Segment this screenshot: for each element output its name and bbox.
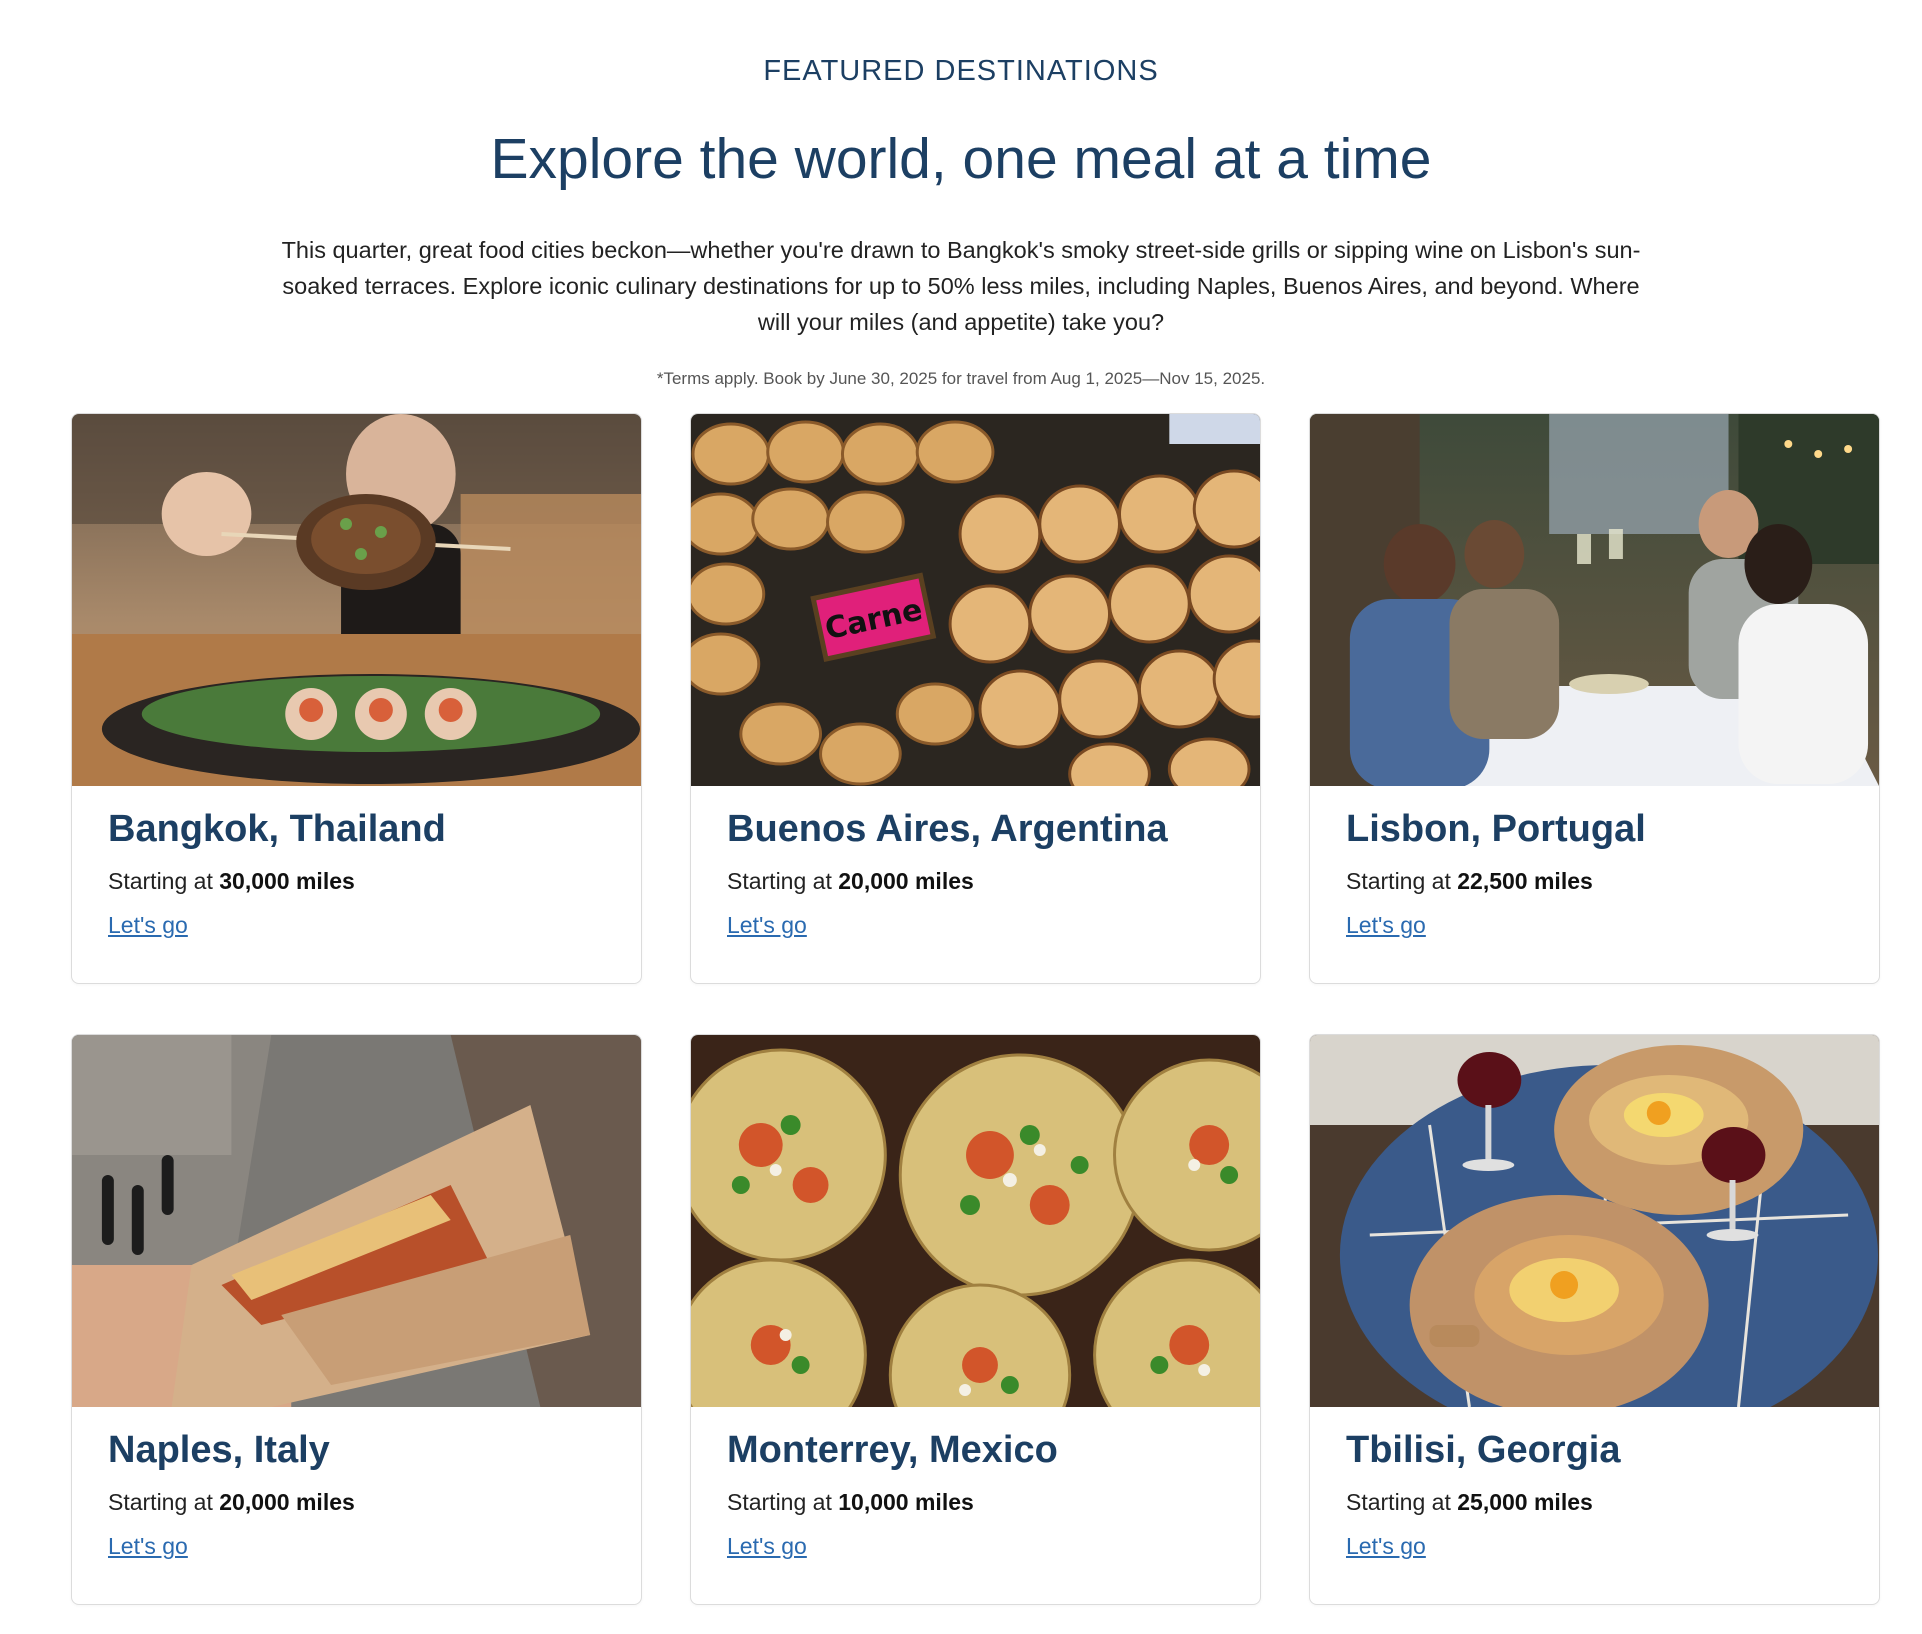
destination-price: Starting at 22,500 miles bbox=[1346, 866, 1843, 896]
price-miles: 20,000 miles bbox=[219, 1489, 355, 1515]
price-prefix: Starting at bbox=[108, 1489, 213, 1515]
price-prefix: Starting at bbox=[727, 1489, 832, 1515]
terrace-dinner-photo bbox=[1310, 414, 1879, 786]
section-eyebrow: FEATURED DESTINATIONS bbox=[763, 55, 1159, 87]
price-miles: 30,000 miles bbox=[219, 868, 355, 894]
lets-go-link[interactable]: Let's go bbox=[1346, 910, 1426, 940]
destination-price: Starting at 30,000 miles bbox=[108, 866, 605, 896]
destination-grid: Bangkok, Thailand Starting at 30,000 mil… bbox=[71, 413, 1881, 1605]
destination-price: Starting at 10,000 miles bbox=[727, 1487, 1224, 1517]
lets-go-link[interactable]: Let's go bbox=[1346, 1531, 1426, 1561]
destination-title: Naples, Italy bbox=[108, 1429, 330, 1471]
price-prefix: Starting at bbox=[108, 868, 213, 894]
price-miles: 25,000 miles bbox=[1457, 1489, 1593, 1515]
destination-title: Monterrey, Mexico bbox=[727, 1429, 1058, 1471]
destination-title: Buenos Aires, Argentina bbox=[727, 808, 1168, 850]
destination-title: Bangkok, Thailand bbox=[108, 808, 446, 850]
destination-card-tbilisi[interactable]: Tbilisi, Georgia Starting at 25,000 mile… bbox=[1309, 1034, 1880, 1605]
lets-go-link[interactable]: Let's go bbox=[108, 1531, 188, 1561]
terms-note: *Terms apply. Book by June 30, 2025 for … bbox=[656, 369, 1266, 388]
price-miles: 22,500 miles bbox=[1457, 868, 1593, 894]
destination-card-bangkok[interactable]: Bangkok, Thailand Starting at 30,000 mil… bbox=[71, 413, 642, 984]
page-title: Explore the world, one meal at a time bbox=[490, 127, 1432, 191]
price-miles: 10,000 miles bbox=[838, 1489, 974, 1515]
destination-price: Starting at 20,000 miles bbox=[108, 1487, 605, 1517]
tacos-photo bbox=[691, 1035, 1260, 1407]
lets-go-link[interactable]: Let's go bbox=[727, 1531, 807, 1561]
destination-card-monterrey[interactable]: Monterrey, Mexico Starting at 10,000 mil… bbox=[690, 1034, 1261, 1605]
lets-go-link[interactable]: Let's go bbox=[727, 910, 807, 940]
destination-price: Starting at 20,000 miles bbox=[727, 866, 1224, 896]
destination-card-buenos-aires[interactable]: Carne Buenos Aires, Argentina Starting a… bbox=[690, 413, 1261, 984]
destination-title: Tbilisi, Georgia bbox=[1346, 1429, 1621, 1471]
price-prefix: Starting at bbox=[1346, 868, 1451, 894]
price-prefix: Starting at bbox=[727, 868, 832, 894]
khachapuri-photo bbox=[1310, 1035, 1879, 1407]
grilled-skewer-photo bbox=[72, 414, 641, 786]
folded-pizza-photo bbox=[72, 1035, 641, 1407]
price-miles: 20,000 miles bbox=[838, 868, 974, 894]
price-prefix: Starting at bbox=[1346, 1489, 1451, 1515]
featured-header: FEATURED DESTINATIONS Explore the world,… bbox=[0, 0, 1922, 390]
destination-card-lisbon[interactable]: Lisbon, Portugal Starting at 22,500 mile… bbox=[1309, 413, 1880, 984]
lets-go-link[interactable]: Let's go bbox=[108, 910, 188, 940]
destination-price: Starting at 25,000 miles bbox=[1346, 1487, 1843, 1517]
destination-card-naples[interactable]: Naples, Italy Starting at 20,000 miles L… bbox=[71, 1034, 642, 1605]
intro-paragraph: This quarter, great food cities beckon—w… bbox=[281, 237, 1641, 335]
destination-title: Lisbon, Portugal bbox=[1346, 808, 1646, 850]
empanadas-photo: Carne bbox=[691, 414, 1260, 786]
